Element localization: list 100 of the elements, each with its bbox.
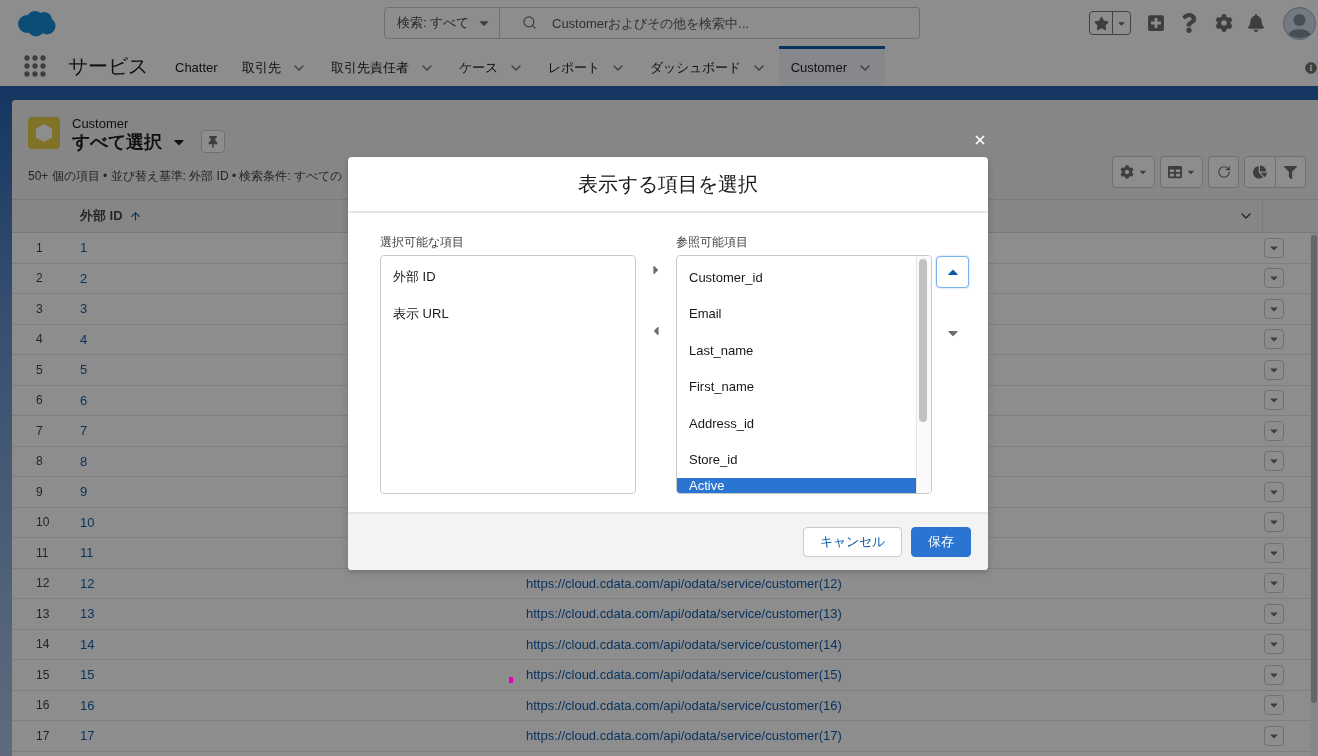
list-label: 参照可能項目 [676,235,749,249]
record-link[interactable]: 2 [80,270,88,286]
listbox-option[interactable]: 表示 URL [381,295,635,332]
row-number: 16 [35,698,50,713]
record-link[interactable]: 16 [80,697,95,713]
listbox-option[interactable]: Store_id [677,441,916,478]
row-action-button[interactable] [1264,451,1284,472]
row-number: 12 [35,576,50,591]
notifications-icon[interactable] [1247,14,1265,32]
add-icon[interactable] [1147,14,1165,32]
listbox-option[interactable]: Last_name [677,332,916,369]
nav-tab[interactable]: ケース [446,46,536,86]
row-action-button[interactable] [1264,298,1284,319]
info-icon[interactable] [1305,62,1317,74]
url-link[interactable]: https://cloud.cdata.com/api/odata/service/customer(15) [526,667,842,683]
dialog-title: 表示する項目を選択 [578,171,758,197]
favorites-button[interactable] [1089,11,1113,35]
row-action-button[interactable] [1264,573,1284,594]
nav-tab[interactable]: Chatter [163,46,230,86]
record-link[interactable]: 10 [80,514,95,530]
marker-icon [509,677,513,683]
row-action-button[interactable] [1264,390,1284,411]
settings-icon[interactable] [1215,14,1233,32]
sort-arrow-icon [128,209,142,223]
record-link[interactable]: 14 [80,636,95,652]
url-link[interactable]: https://cloud.cdata.com/api/odata/service/customer(16) [526,697,842,713]
app-launcher-icon[interactable] [24,55,46,77]
nav-tab[interactable]: 取引先責任者 [318,46,447,86]
url-link[interactable]: https://cloud.cdata.com/api/odata/service/customer(14) [526,636,842,652]
row-number: 4 [35,332,43,347]
object-label: Customer [72,117,130,130]
search-field[interactable]: Customerおよびその他を検索中... [500,7,920,39]
avatar-icon[interactable] [1283,6,1316,40]
listbox-option[interactable]: Customer_id [677,259,916,296]
close-icon [973,133,987,147]
url-link[interactable]: https://cloud.cdata.com/api/odata/service/customer(12) [526,575,842,591]
row-action-button[interactable] [1264,329,1284,350]
listbox-option[interactable]: First_name [677,368,916,405]
row-number: 1 [35,240,43,255]
row-action-button[interactable] [1264,603,1284,624]
list-view-title[interactable]: すべて選択 [72,132,162,152]
record-link[interactable]: 13 [80,606,95,622]
listbox[interactable]: Customer_id Email Last_name First_name Address_id Store_id Active [676,255,932,494]
row-action-button[interactable] [1264,512,1284,533]
row-action-button[interactable] [1264,481,1284,502]
filter-button[interactable] [1275,156,1306,188]
search-scope-select[interactable]: 検索: すべて [384,7,500,39]
row-action-button[interactable] [1264,542,1284,563]
star-icon [1093,15,1109,31]
listbox-option[interactable]: Active [677,478,916,493]
row-action-button[interactable] [1264,420,1284,441]
nav-tab[interactable]: ダッシュボード [637,46,779,86]
filter-icon [1284,165,1297,179]
nav-tab[interactable]: レポート [535,46,638,86]
pie-chart-icon [1253,165,1267,179]
record-link[interactable]: 15 [80,667,95,683]
listbox-option[interactable]: 外部 ID [381,259,635,296]
list-summary: 50+ 個の項目 • 並び替え基準: 外部 ID • 検索条件: すべての [28,168,343,185]
row-action-button[interactable] [1264,725,1284,746]
listbox[interactable]: 外部 ID 表示 URL [380,255,636,494]
nav-tab[interactable]: Customer [778,46,885,86]
row-action-button[interactable] [1264,664,1284,685]
refresh-button[interactable] [1208,156,1239,188]
display-menu-button[interactable] [1160,156,1203,188]
close-button[interactable] [973,133,987,147]
column-header[interactable]: 外部 ID [80,207,142,225]
record-link[interactable]: 3 [80,301,88,317]
move-up-button[interactable] [936,256,969,288]
record-link[interactable]: 9 [80,484,88,500]
row-number: 3 [35,301,43,316]
listbox-option[interactable]: Address_id [677,405,916,442]
record-link[interactable]: 17 [80,728,95,744]
scrollbar[interactable] [1311,235,1317,703]
row-action-button[interactable] [1264,359,1284,380]
url-link[interactable]: https://cloud.cdata.com/api/odata/service/customer(13) [526,606,842,622]
nav-tab[interactable]: 取引先 [229,46,319,86]
record-link[interactable]: 5 [80,362,88,378]
save-button[interactable]: 保存 [911,527,971,557]
record-link[interactable]: 4 [80,331,88,347]
favorites-menu-button[interactable] [1112,11,1131,35]
record-link[interactable]: 6 [80,392,88,408]
record-link[interactable]: 11 [80,545,94,561]
url-link[interactable]: https://cloud.cdata.com/api/odata/service/customer(17) [526,728,842,744]
row-action-button[interactable] [1264,268,1284,289]
row-action-button[interactable] [1264,695,1284,716]
scrollbar[interactable] [919,259,927,422]
record-link[interactable]: 1 [80,240,88,256]
listbox-option[interactable]: Email [677,295,916,332]
settings-menu-button[interactable] [1112,156,1155,188]
row-number: 6 [35,393,43,408]
record-link[interactable]: 7 [80,423,88,439]
cancel-button[interactable]: キャンセル [803,527,902,557]
chart-button[interactable] [1244,156,1276,188]
record-link[interactable]: 12 [80,575,95,591]
pin-button[interactable] [201,130,225,153]
gear-icon [1119,165,1134,179]
object-icon [28,117,60,149]
record-link[interactable]: 8 [80,453,88,469]
row-action-button[interactable] [1264,634,1284,655]
row-action-button[interactable] [1264,237,1284,258]
